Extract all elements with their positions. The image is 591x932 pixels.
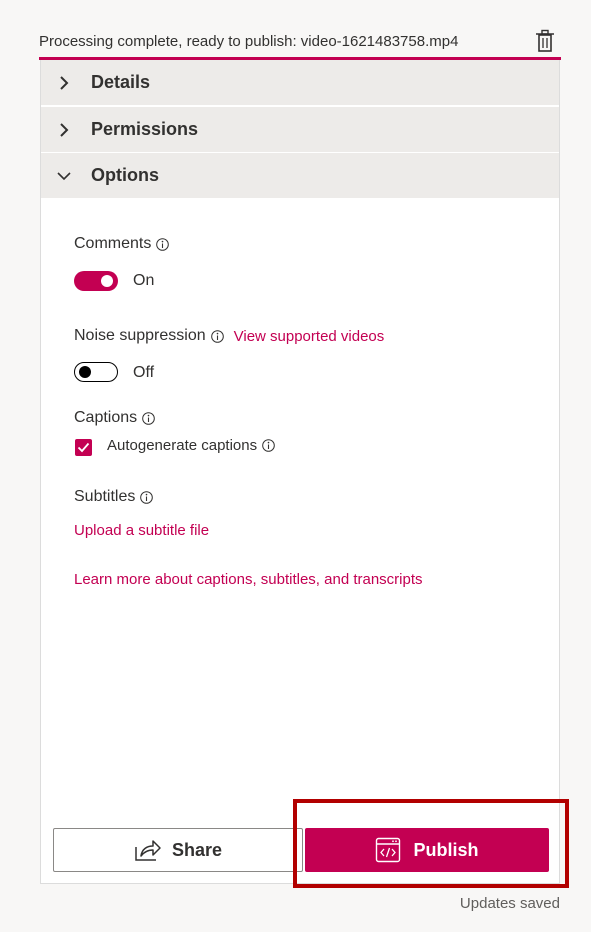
noise-suppression-label: Noise suppression — [74, 327, 206, 344]
section-permissions-label: Permissions — [91, 119, 199, 139]
updates-saved-status: Updates saved — [459, 895, 560, 912]
toggle-knob — [79, 365, 91, 378]
toggle-knob — [101, 275, 113, 287]
noise-label-row: Noise suppression View supported videos — [74, 327, 384, 345]
comments-toggle[interactable] — [74, 271, 118, 291]
section-permissions[interactable]: Permissions — [41, 107, 559, 152]
noise-state-label: Off — [133, 364, 155, 381]
chevron-right-icon — [60, 75, 69, 90]
section-details[interactable]: Details — [41, 60, 559, 105]
captions-label: Captions — [74, 409, 138, 426]
trash-icon[interactable] — [535, 29, 555, 53]
comments-label-row: Comments — [74, 235, 170, 253]
section-options-label: Options — [91, 165, 159, 185]
section-details-label: Details — [91, 72, 151, 92]
subtitles-label: Subtitles — [74, 488, 136, 505]
autogenerate-captions-label[interactable]: Autogenerate captions — [107, 437, 257, 454]
share-label: Share — [171, 839, 223, 860]
subtitles-label-row: Subtitles — [74, 488, 154, 506]
publish-label: Publish — [413, 839, 479, 860]
publish-icon — [376, 837, 401, 863]
section-options[interactable]: Options — [41, 153, 559, 198]
share-icon — [135, 840, 161, 861]
status-bar: Processing complete, ready to publish: v… — [39, 26, 561, 60]
comments-state-label: On — [133, 272, 155, 289]
publish-panel: Details Permissions Options Comments On … — [40, 60, 560, 884]
autogenerate-row: Autogenerate captions — [107, 437, 275, 454]
info-icon[interactable] — [156, 237, 170, 251]
info-icon[interactable] — [140, 490, 154, 504]
checkmark-icon — [77, 442, 90, 453]
captions-label-row: Captions — [74, 409, 155, 427]
status-text: Processing complete, ready to publish: v… — [39, 33, 459, 50]
chevron-right-icon — [60, 122, 69, 137]
info-icon[interactable] — [262, 439, 275, 452]
autogenerate-captions-checkbox[interactable] — [75, 439, 92, 456]
info-icon[interactable] — [142, 411, 155, 425]
info-icon[interactable] — [210, 329, 224, 343]
publish-button[interactable]: Publish — [305, 828, 549, 872]
upload-subtitle-link[interactable]: Upload a subtitle file — [74, 522, 209, 539]
noise-suppression-toggle[interactable] — [74, 362, 118, 382]
learn-more-link[interactable]: Learn more about captions, subtitles, an… — [74, 571, 423, 588]
view-supported-videos-link[interactable]: View supported videos — [234, 328, 385, 345]
comments-label: Comments — [74, 235, 152, 252]
chevron-down-icon — [57, 171, 71, 180]
share-button[interactable]: Share — [53, 828, 303, 872]
